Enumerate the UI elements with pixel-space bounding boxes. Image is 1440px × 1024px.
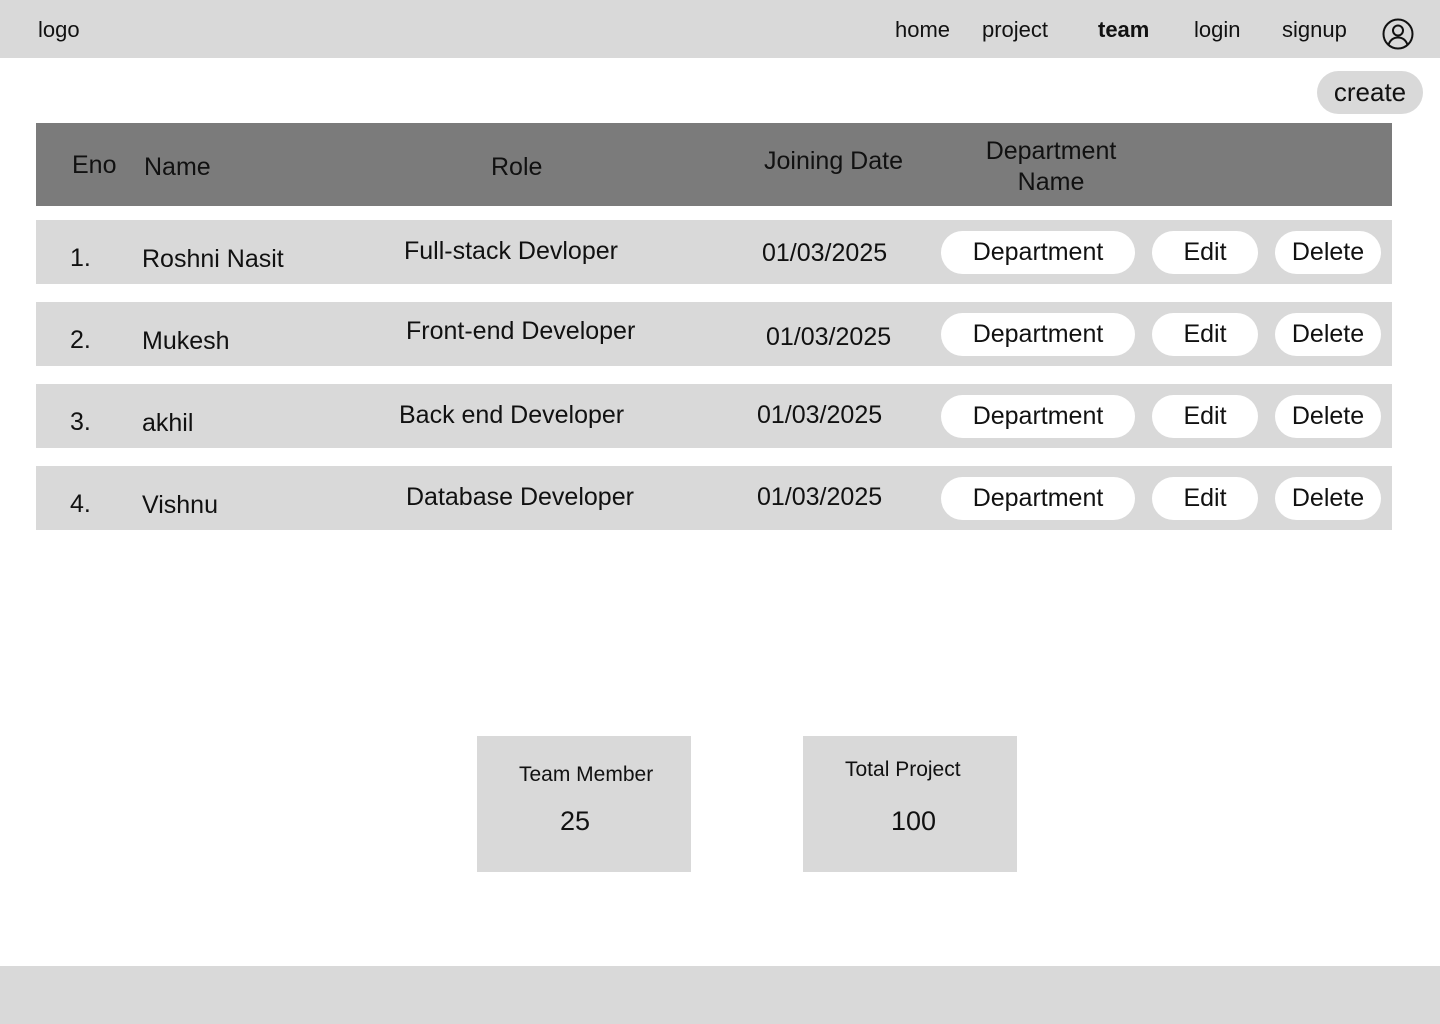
total-project-label: Total Project — [845, 758, 961, 781]
delete-button[interactable]: Delete — [1275, 477, 1381, 520]
edit-button[interactable]: Edit — [1152, 231, 1258, 274]
department-button[interactable]: Department — [941, 477, 1135, 520]
cell-joining-date: 01/03/2025 — [757, 401, 883, 429]
column-header-role: Role — [491, 153, 543, 181]
cell-eno: 4. — [70, 490, 91, 518]
cell-name: Roshni Nasit — [142, 245, 284, 273]
cell-role: Database Developer — [406, 483, 634, 511]
create-button[interactable]: create — [1317, 71, 1423, 114]
team-member-card: Team Member 25 — [477, 736, 691, 872]
cell-joining-date: 01/03/2025 — [757, 483, 883, 511]
column-header-department-name: Department Name — [985, 137, 1117, 196]
department-button[interactable]: Department — [941, 313, 1135, 356]
total-project-value: 100 — [891, 806, 937, 836]
cell-eno: 2. — [70, 326, 91, 354]
top-navbar: logo home project team login signup — [0, 0, 1440, 58]
table-row: 3. akhil Back end Developer 01/03/2025 D… — [36, 384, 1392, 448]
logo[interactable]: logo — [38, 17, 80, 43]
cell-role: Front-end Developer — [406, 317, 636, 345]
cell-role: Full-stack Devloper — [404, 237, 618, 265]
nav-team[interactable]: team — [1098, 17, 1149, 43]
cell-joining-date: 01/03/2025 — [766, 323, 892, 351]
table-header: Eno Name Role Joining Date Department Na… — [36, 123, 1392, 206]
table-row: 4. Vishnu Database Developer 01/03/2025 … — [36, 466, 1392, 530]
delete-button[interactable]: Delete — [1275, 395, 1381, 438]
column-header-eno: Eno — [72, 151, 117, 179]
cell-eno: 3. — [70, 408, 91, 436]
delete-button[interactable]: Delete — [1275, 231, 1381, 274]
cell-name: Vishnu — [142, 491, 218, 519]
cell-eno: 1. — [70, 244, 91, 272]
department-button[interactable]: Department — [941, 231, 1135, 274]
cell-name: akhil — [142, 409, 194, 437]
nav-home[interactable]: home — [895, 17, 950, 43]
department-button[interactable]: Department — [941, 395, 1135, 438]
total-project-card: Total Project 100 — [803, 736, 1017, 872]
footer — [0, 966, 1440, 1024]
delete-button[interactable]: Delete — [1275, 313, 1381, 356]
team-member-value: 25 — [560, 806, 591, 836]
user-circle-icon[interactable] — [1382, 18, 1414, 50]
edit-button[interactable]: Edit — [1152, 395, 1258, 438]
cell-role: Back end Developer — [399, 401, 625, 429]
table-row: 1. Roshni Nasit Full-stack Devloper 01/0… — [36, 220, 1392, 284]
cell-name: Mukesh — [142, 327, 230, 355]
edit-button[interactable]: Edit — [1152, 477, 1258, 520]
edit-button[interactable]: Edit — [1152, 313, 1258, 356]
page: logo home project team login signup crea… — [0, 0, 1440, 1024]
column-header-name: Name — [144, 153, 211, 181]
nav-project[interactable]: project — [982, 17, 1048, 43]
cell-joining-date: 01/03/2025 — [762, 239, 888, 267]
nav-login[interactable]: login — [1194, 17, 1240, 43]
team-member-label: Team Member — [519, 763, 654, 786]
table-row: 2. Mukesh Front-end Developer 01/03/2025… — [36, 302, 1392, 366]
column-header-joining-date: Joining Date — [764, 147, 903, 175]
nav-signup[interactable]: signup — [1282, 17, 1347, 43]
